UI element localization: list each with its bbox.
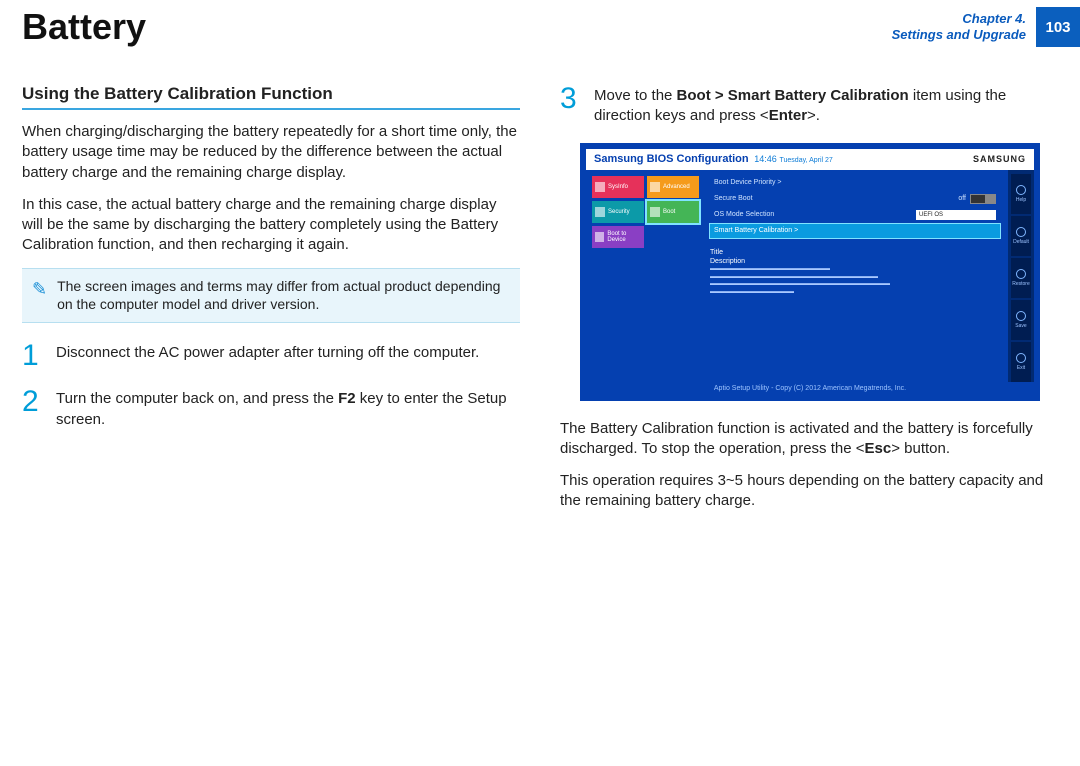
step-text: Move to the Boot > Smart Battery Calibra… bbox=[594, 84, 1058, 127]
device-icon bbox=[595, 232, 604, 242]
step-text: Turn the computer back on, and press the… bbox=[56, 387, 520, 430]
bios-exit-button[interactable]: Exit bbox=[1011, 342, 1031, 382]
step-text: Disconnect the AC power adapter after tu… bbox=[56, 341, 479, 371]
bios-default-button[interactable]: Default bbox=[1011, 216, 1031, 256]
chapter-box: Chapter 4. Settings and Upgrade 103 bbox=[892, 7, 1080, 47]
save-icon bbox=[1016, 311, 1026, 321]
samsung-logo: SAMSUNG bbox=[973, 154, 1026, 164]
bios-tile-boot-device[interactable]: Boot to Device bbox=[592, 226, 644, 248]
step-2: 2 Turn the computer back on, and press t… bbox=[22, 387, 520, 430]
toggle-icon[interactable] bbox=[970, 194, 996, 204]
chapter-label: Chapter 4. Settings and Upgrade bbox=[892, 11, 1036, 42]
bios-header: Samsung BIOS Configuration 14:46 Tuesday… bbox=[586, 149, 1034, 170]
step-number: 3 bbox=[560, 84, 580, 127]
step-number: 2 bbox=[22, 387, 42, 430]
intro-para-1: When charging/discharging the battery re… bbox=[22, 122, 520, 183]
exit-icon bbox=[1016, 353, 1026, 363]
home-icon bbox=[595, 182, 605, 192]
bios-tile-security[interactable]: Security bbox=[592, 201, 644, 223]
section-heading: Using the Battery Calibration Function bbox=[22, 84, 520, 110]
restore-icon bbox=[1016, 269, 1026, 279]
page-number-badge: 103 bbox=[1036, 7, 1080, 47]
bios-tiles: SysInfo Advanced Security Boot Boot to D… bbox=[586, 170, 704, 382]
bios-row-os-mode[interactable]: OS Mode Selection UEFI OS bbox=[710, 208, 1000, 222]
right-column: 3 Move to the Boot > Smart Battery Calib… bbox=[560, 84, 1058, 524]
bios-description: Title Description ▬▬▬▬▬▬▬▬▬▬▬▬▬▬▬▬▬▬▬▬ ▬… bbox=[710, 248, 1000, 297]
bios-tile-advanced[interactable]: Advanced bbox=[647, 176, 699, 198]
power-icon bbox=[650, 207, 660, 217]
step-3: 3 Move to the Boot > Smart Battery Calib… bbox=[560, 84, 1058, 127]
page-title: Battery bbox=[22, 6, 146, 48]
os-mode-select[interactable]: UEFI OS bbox=[916, 210, 996, 220]
bios-row-secure-boot[interactable]: Secure Boot off bbox=[710, 192, 1000, 206]
note-text: The screen images and terms may differ f… bbox=[57, 277, 510, 315]
bios-panel: Boot Device Priority > Secure Boot off O… bbox=[704, 170, 1008, 382]
note-icon: ✎ bbox=[32, 277, 47, 315]
bios-screenshot: Samsung BIOS Configuration 14:46 Tuesday… bbox=[580, 143, 1040, 401]
left-column: Using the Battery Calibration Function W… bbox=[22, 84, 520, 524]
bios-tile-sysinfo[interactable]: SysInfo bbox=[592, 176, 644, 198]
intro-para-2: In this case, the actual battery charge … bbox=[22, 195, 520, 256]
bios-row-smart-battery[interactable]: Smart Battery Calibration > bbox=[710, 224, 1000, 238]
step-1: 1 Disconnect the AC power adapter after … bbox=[22, 341, 520, 371]
step-number: 1 bbox=[22, 341, 42, 371]
bios-footer: Aptio Setup Utility - Copy (C) 2012 Amer… bbox=[586, 382, 1034, 395]
help-icon bbox=[1016, 185, 1026, 195]
bios-help-button[interactable]: Help bbox=[1011, 174, 1031, 214]
note-box: ✎ The screen images and terms may differ… bbox=[22, 268, 520, 324]
lock-icon bbox=[595, 207, 605, 217]
after-para-2: This operation requires 3~5 hours depend… bbox=[560, 471, 1058, 512]
wrench-icon bbox=[650, 182, 660, 192]
bios-sidebar: Help Default Restore Save Exit bbox=[1008, 170, 1034, 382]
bios-save-button[interactable]: Save bbox=[1011, 300, 1031, 340]
page-header: Battery Chapter 4. Settings and Upgrade … bbox=[0, 0, 1080, 54]
bios-row-boot-priority[interactable]: Boot Device Priority > bbox=[710, 176, 1000, 190]
default-icon bbox=[1016, 227, 1026, 237]
after-para-1: The Battery Calibration function is acti… bbox=[560, 419, 1058, 460]
bios-restore-button[interactable]: Restore bbox=[1011, 258, 1031, 298]
bios-tile-boot[interactable]: Boot bbox=[647, 201, 699, 223]
